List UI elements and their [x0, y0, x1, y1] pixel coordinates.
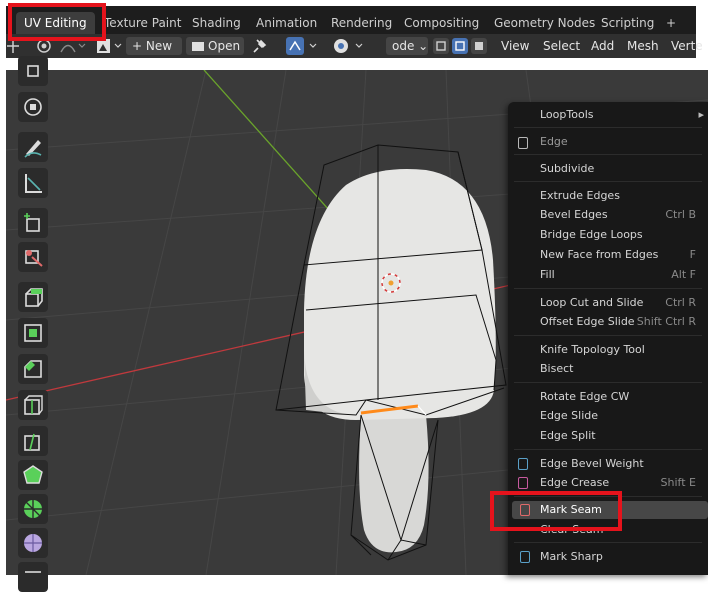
menu-item-fill[interactable]: Fill — [540, 268, 555, 281]
menu-separator — [514, 127, 702, 128]
workspace-tab-bar: UV Editing Texture Paint Shading Animati… — [6, 6, 696, 34]
cursor-icon — [27, 65, 39, 77]
tab-compositing[interactable]: Compositing — [396, 12, 487, 34]
annotate-tool[interactable] — [18, 132, 48, 162]
shrink-tool[interactable] — [18, 562, 48, 592]
menu-separator — [514, 181, 702, 182]
shortcut-loop-cut: Ctrl R — [665, 296, 696, 309]
loop-cut-tool[interactable] — [18, 390, 48, 420]
tab-shading[interactable]: Shading — [184, 12, 249, 34]
menu-separator — [514, 382, 702, 383]
annotate-icon — [24, 140, 42, 158]
loop-cut-icon — [24, 395, 43, 415]
bevel-tool[interactable] — [18, 354, 48, 384]
menu-separator — [514, 542, 702, 543]
shortcut-bevel-edges: Ctrl B — [665, 208, 696, 221]
smooth-tool[interactable] — [18, 528, 48, 558]
poly-build-icon — [23, 465, 43, 484]
menu-item-edge-crease[interactable]: Edge Crease — [540, 476, 609, 489]
menu-item-knife-topology-tool[interactable]: Knife Topology Tool — [540, 343, 645, 356]
popsicle-mesh — [304, 169, 496, 420]
pin-icon[interactable] — [252, 38, 268, 54]
view-menu[interactable]: View — [501, 37, 529, 55]
add-menu[interactable]: Add — [591, 37, 614, 55]
measure-tool[interactable] — [18, 168, 48, 198]
shrink-icon — [25, 571, 41, 573]
mark-sharp-icon — [520, 551, 530, 563]
viewport-header: + New Open ode ⌄ View Select Add Mesh Ve… — [6, 34, 703, 58]
new-image-button[interactable]: + New — [126, 37, 182, 55]
select-mode-icons[interactable] — [432, 37, 490, 55]
select-menu[interactable]: Select — [543, 37, 580, 55]
spin-tool[interactable] — [18, 494, 48, 524]
shortcut-offset-edge: Shift Ctrl R — [636, 315, 696, 328]
knife-tool[interactable] — [18, 426, 48, 456]
extrude-icon — [25, 288, 43, 307]
tool-shelf — [6, 56, 52, 592]
plus-icon: + — [132, 39, 146, 53]
menu-item-looptools[interactable]: LoopTools — [540, 108, 593, 121]
menu-item-bevel-edges[interactable]: Bevel Edges — [540, 208, 608, 221]
transform-tool[interactable] — [18, 242, 48, 272]
tab-texture-paint[interactable]: Texture Paint — [96, 12, 189, 34]
menu-item-edge-bevel-weight[interactable]: Edge Bevel Weight — [540, 457, 644, 470]
annotation-box-mark-seam — [490, 491, 622, 531]
measure-icon — [25, 174, 42, 193]
chevron-down-icon: ⌄ — [418, 39, 429, 53]
mode-dropdown[interactable]: ode ⌄ — [386, 37, 428, 55]
menu-item-loop-cut-and-slide[interactable]: Loop Cut and Slide — [540, 296, 643, 309]
menu-item-subdivide[interactable]: Subdivide — [540, 162, 594, 175]
smooth-icon — [24, 534, 42, 552]
open-image-button[interactable]: Open — [186, 37, 244, 55]
shortcut-fill: Alt F — [671, 268, 696, 281]
inset-tool[interactable] — [18, 318, 48, 348]
menu-item-bisect[interactable]: Bisect — [540, 362, 573, 375]
menu-item-extrude-edges[interactable]: Extrude Edges — [540, 189, 620, 202]
transform-icon — [25, 250, 43, 267]
inset-icon — [24, 324, 42, 342]
menu-item-edge-split[interactable]: Edge Split — [540, 429, 596, 442]
folder-icon — [192, 42, 204, 51]
shortcut-new-face: F — [689, 248, 696, 261]
menu-separator — [514, 154, 702, 155]
spin-icon — [24, 500, 42, 518]
menu-item-bridge-edge-loops[interactable]: Bridge Edge Loops — [540, 228, 643, 241]
menu-header-edge: Edge — [540, 135, 568, 148]
annotation-box-uv-editing — [8, 3, 106, 41]
menu-item-rotate-edge-cw[interactable]: Rotate Edge CW — [540, 390, 629, 403]
tab-rendering[interactable]: Rendering — [323, 12, 400, 34]
add-cube-icon — [24, 213, 40, 232]
add-workspace-button[interactable]: + — [658, 12, 684, 34]
vertex-menu[interactable]: Verte — [671, 37, 703, 55]
menu-separator — [514, 335, 702, 336]
menu-separator — [514, 449, 702, 450]
menu-separator — [514, 288, 702, 289]
move-tool[interactable] — [18, 92, 48, 122]
edge-crease-icon — [518, 477, 528, 489]
submenu-arrow-icon: ▸ — [698, 108, 704, 121]
tab-animation[interactable]: Animation — [248, 12, 325, 34]
cursor-tool[interactable] — [18, 56, 48, 86]
snap-icon[interactable] — [332, 37, 368, 55]
edge-menu-icon — [518, 137, 528, 149]
menu-item-offset-edge-slide[interactable]: Offset Edge Slide — [540, 315, 635, 328]
bevel-weight-icon — [518, 458, 528, 470]
menu-item-edge-slide[interactable]: Edge Slide — [540, 409, 598, 422]
extrude-tool[interactable] — [18, 282, 48, 312]
add-cube-tool[interactable] — [18, 208, 48, 238]
bevel-icon — [24, 360, 42, 378]
mesh-menu[interactable]: Mesh — [627, 37, 659, 55]
shortcut-edge-crease: Shift E — [660, 476, 696, 489]
menu-item-mark-sharp[interactable]: Mark Sharp — [540, 550, 603, 563]
menu-item-new-face-from-edges[interactable]: New Face from Edges — [540, 248, 658, 261]
poly-build-tool[interactable] — [18, 460, 48, 490]
tab-scripting[interactable]: Scripting — [593, 12, 662, 34]
uv-sync-icon[interactable] — [286, 37, 322, 55]
tab-geometry-nodes[interactable]: Geometry Nodes — [486, 12, 603, 34]
knife-icon — [24, 433, 40, 451]
move-icon — [24, 98, 42, 116]
